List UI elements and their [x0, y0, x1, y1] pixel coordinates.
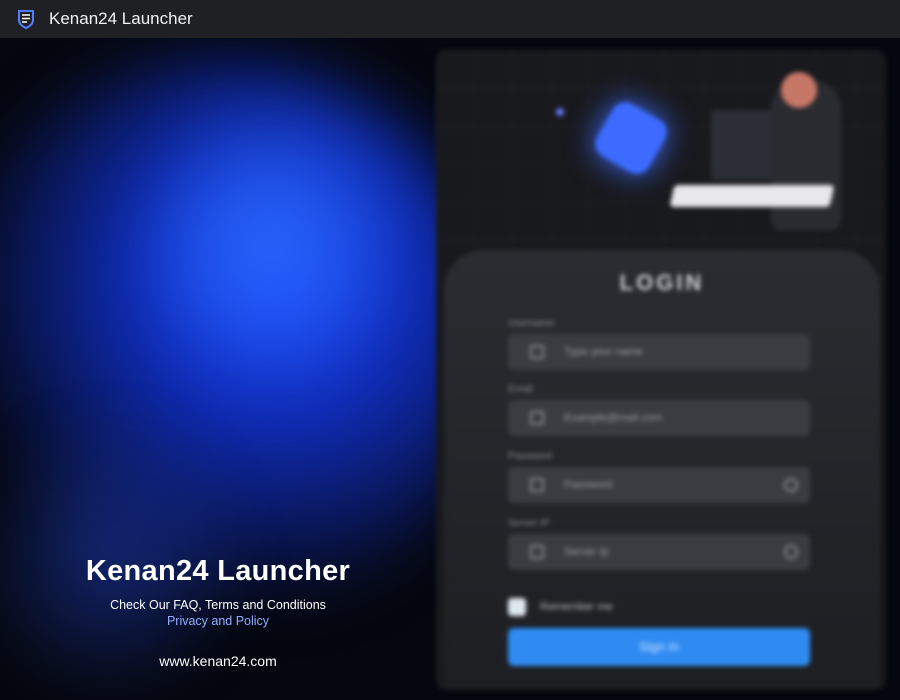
username-field[interactable]: Type your name	[508, 334, 810, 370]
hexagon-logo-icon	[590, 97, 672, 179]
title-bar: Kenan24 Launcher	[0, 0, 900, 39]
login-title: LOGIN	[619, 270, 705, 295]
privacy-policy-link[interactable]: Privacy and Policy	[0, 614, 436, 628]
launcher-background: Kenan24 Launcher Check Our FAQ, Terms an…	[0, 38, 900, 700]
window-title: Kenan24 Launcher	[49, 9, 193, 28]
username-placeholder: Type your name	[564, 346, 643, 358]
email-placeholder: Example@mail.com	[564, 412, 662, 424]
background-glow	[120, 98, 420, 378]
mail-icon	[530, 411, 544, 425]
login-panel: LOGIN Username Type your name Email Exam…	[436, 50, 886, 690]
password-placeholder: Password	[564, 479, 613, 491]
desk-illustration	[669, 185, 835, 207]
hero-illustration	[436, 50, 886, 280]
email-field[interactable]: Example@mail.com	[508, 400, 810, 436]
login-card: LOGIN Username Type your name Email Exam…	[444, 250, 880, 690]
email-label: Email	[508, 384, 534, 395]
person-head-illustration	[781, 72, 817, 108]
server-ip-placeholder: Server Ip	[564, 546, 609, 558]
user-icon	[530, 345, 544, 359]
chevron-down-icon[interactable]	[784, 545, 798, 559]
eye-icon[interactable]	[784, 478, 798, 492]
server-icon	[530, 545, 544, 559]
server-ip-label: Server IP	[508, 518, 550, 529]
password-field[interactable]: Password	[508, 467, 810, 503]
decor-dot	[556, 108, 564, 116]
server-ip-select[interactable]: Server Ip	[508, 534, 810, 570]
sign-in-button[interactable]: Sign in	[508, 628, 810, 666]
faq-terms-link[interactable]: Check Our FAQ, Terms and Conditions	[0, 598, 436, 612]
remember-me-label: Remember me	[540, 601, 613, 613]
password-label: Password	[508, 451, 552, 462]
username-label: Username	[508, 318, 555, 329]
brand-title: Kenan24 Launcher	[85, 555, 351, 587]
shield-logo-icon	[18, 10, 34, 29]
remember-me[interactable]: Remember me	[508, 598, 613, 616]
pen-icon	[530, 478, 544, 492]
remember-me-checkbox[interactable]	[508, 598, 526, 616]
website-link[interactable]: www.kenan24.com	[0, 653, 436, 669]
